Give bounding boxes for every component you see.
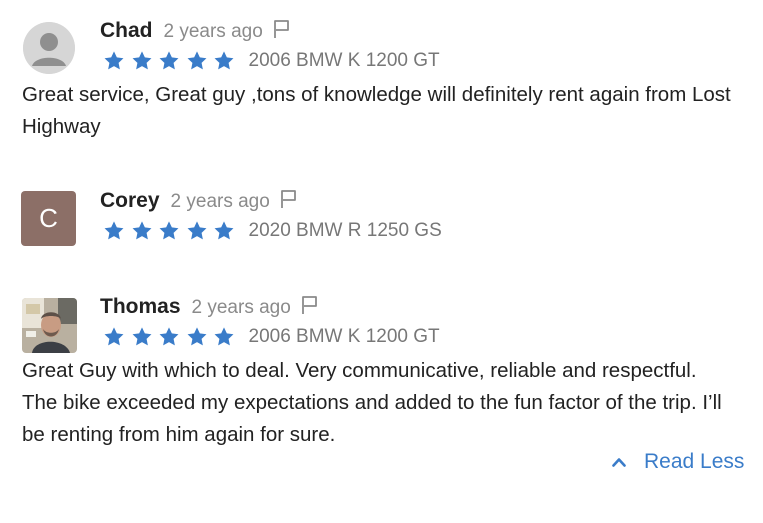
star-icon: [159, 51, 179, 70]
star-icon: [159, 327, 179, 346]
flag-icon[interactable]: [301, 295, 319, 320]
star-icon: [214, 51, 234, 70]
read-less-label: Read Less: [644, 450, 745, 473]
flag-icon[interactable]: [280, 189, 298, 214]
vehicle-name: 2006 BMW K 1200 GT: [248, 326, 440, 347]
star-icon: [132, 51, 151, 70]
review-text: Great service, Great guy ,tons of knowle…: [22, 83, 731, 138]
star-icon: [187, 51, 206, 70]
star-icon: [187, 327, 206, 346]
star-icon: [159, 221, 179, 240]
star-icon: [132, 221, 151, 240]
review-time: 2 years ago: [163, 21, 263, 42]
read-less-link[interactable]: Read Less: [612, 450, 744, 474]
star-icon: [214, 221, 234, 240]
review-text: Great Guy with which to deal. Very commu…: [22, 359, 722, 446]
star-icon: [132, 327, 151, 346]
photo-avatar: [22, 298, 77, 353]
flag-icon[interactable]: [273, 19, 291, 44]
reviewer-name: Thomas: [100, 295, 181, 318]
star-icon: [187, 221, 206, 240]
avatar-letter: C: [39, 203, 58, 233]
reviewer-name: Corey: [100, 189, 160, 212]
reviewer-name: Chad: [100, 19, 153, 42]
star-icon: [104, 51, 124, 70]
star-icon: [214, 327, 234, 346]
avatar: C: [21, 191, 76, 246]
reviewer-header: Chad 2 years ago: [100, 17, 291, 43]
review-time: 2 years ago: [191, 297, 291, 318]
rating-row: 2020 BMW R 1250 GS: [103, 220, 442, 242]
vehicle-name: 2020 BMW R 1250 GS: [248, 220, 442, 241]
default-avatar-icon: [23, 22, 75, 74]
rating-row: 2006 BMW K 1200 GT: [103, 326, 440, 348]
star-icon: [104, 221, 124, 240]
rating-row: 2006 BMW K 1200 GT: [103, 50, 440, 72]
reviewer-header: Thomas 2 years ago: [100, 293, 319, 319]
chevron-up-icon: [612, 458, 626, 467]
vehicle-name: 2006 BMW K 1200 GT: [248, 50, 440, 71]
reviewer-header: Corey 2 years ago: [100, 187, 298, 213]
review-time: 2 years ago: [170, 191, 270, 212]
star-icon: [104, 327, 124, 346]
